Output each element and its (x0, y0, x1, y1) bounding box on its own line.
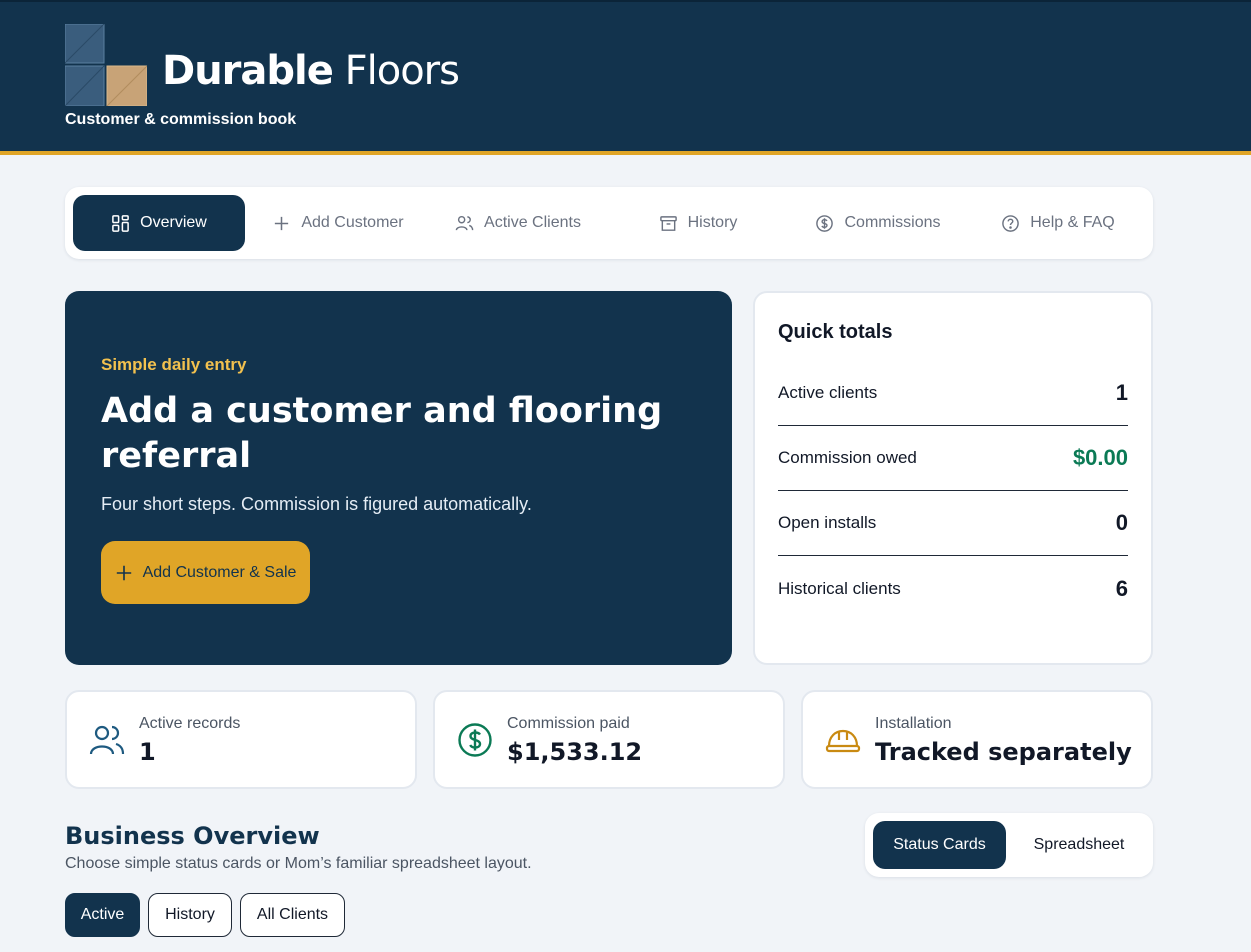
tab-label: Commissions (844, 214, 941, 231)
tab-label: Help & FAQ (1030, 214, 1115, 231)
add-customer-sale-button[interactable]: Add Customer & Sale (101, 541, 310, 604)
brand-bold: Durable (162, 48, 334, 94)
total-label: Historical clients (778, 578, 901, 598)
total-value: 6 (1115, 575, 1128, 601)
total-row-active-clients: Active clients 1 (778, 361, 1128, 426)
button-label: Add Customer & Sale (142, 563, 297, 581)
tab-overview[interactable]: Overview (73, 195, 245, 251)
archive-icon (659, 215, 677, 231)
users-icon (455, 215, 474, 230)
hard-hat-icon (825, 729, 861, 753)
total-label: Open installs (778, 513, 877, 532)
tab-history[interactable]: History (615, 195, 781, 251)
total-row-commission-owed: Commission owed $0.00 (778, 426, 1128, 491)
filter-all-clients-button[interactable]: All Clients (240, 893, 345, 937)
tab-label: History (687, 214, 738, 231)
stat-card-installation: Installation Tracked separately (801, 690, 1153, 789)
stat-value: $1,533.12 (507, 738, 643, 766)
hero-subtitle: Four short steps. Commission is figured … (101, 494, 532, 514)
plus-icon (116, 565, 131, 580)
tab-label: Overview (140, 214, 207, 231)
plus-icon (275, 216, 289, 230)
tab-add-customer[interactable]: Add Customer (255, 195, 421, 251)
stat-value: Tracked separately (875, 738, 1132, 766)
hero-title: Add a customer and flooring referral (101, 391, 663, 476)
total-label: Active clients (778, 383, 878, 402)
stat-label: Installation (875, 715, 952, 732)
stat-label: Commission paid (507, 715, 630, 732)
grid-icon (112, 214, 130, 232)
view-toggle: Status Cards Spreadsheet (865, 813, 1153, 877)
brand-name: Durable Floors (162, 48, 460, 94)
dollar-circle-icon (458, 723, 492, 757)
hero-kicker: Simple daily entry (101, 355, 247, 374)
tab-help-faq[interactable]: Help & FAQ (975, 195, 1141, 251)
quick-totals-card: Quick totals Active clients 1 Commission… (753, 291, 1153, 665)
total-value: 0 (1115, 510, 1128, 535)
spreadsheet-button[interactable]: Spreadsheet (1013, 821, 1145, 869)
users-icon (89, 725, 125, 755)
total-label: Commission owed (778, 448, 917, 467)
tab-commissions[interactable]: Commissions (795, 195, 961, 251)
business-overview-title: Business Overview (65, 822, 320, 850)
tagline: Customer & commission book (65, 111, 297, 128)
filter-active-button[interactable]: Active (65, 893, 140, 937)
stat-value: 1 (139, 738, 156, 766)
tab-label: Add Customer (301, 214, 404, 231)
logo-tiles-icon (65, 24, 147, 106)
hero-panel: Simple daily entry Add a customer and fl… (65, 291, 732, 665)
tab-label: Active Clients (484, 214, 581, 231)
dollar-circle-icon (816, 214, 834, 232)
stat-card-commission-paid: Commission paid $1,533.12 (433, 690, 785, 789)
tab-active-clients[interactable]: Active Clients (435, 195, 601, 251)
brand-light: Floors (344, 48, 460, 94)
status-cards-button[interactable]: Status Cards (873, 821, 1006, 869)
main-nav: Overview Add Customer Active Clients His… (65, 187, 1153, 259)
total-row-open-installs: Open installs 0 (778, 491, 1128, 556)
stat-card-active-records: Active records 1 (65, 690, 417, 789)
business-overview-subtitle: Choose simple status cards or Mom’s fami… (65, 855, 532, 872)
total-row-historical-clients: Historical clients 6 (778, 556, 1128, 621)
total-value: 1 (1115, 380, 1128, 405)
stat-label: Active records (139, 715, 241, 732)
filter-history-button[interactable]: History (148, 893, 232, 937)
total-value: $0.00 (1072, 445, 1128, 470)
app-header: Durable Floors Customer & commission boo… (0, 0, 1251, 155)
quick-totals-title: Quick totals (778, 321, 893, 343)
help-circle-icon (1002, 214, 1020, 232)
